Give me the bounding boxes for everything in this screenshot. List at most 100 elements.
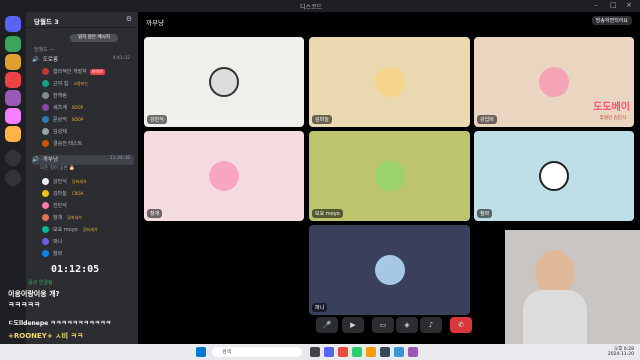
- chrome-icon[interactable]: [338, 347, 348, 357]
- app-icon[interactable]: [408, 347, 418, 357]
- avatar: [42, 116, 49, 123]
- member-item[interactable]: 모요 moyo 강좌세가: [42, 226, 132, 236]
- avatar: [42, 68, 49, 75]
- speaker-icon: 🔊: [32, 57, 39, 63]
- chat-line: ㄷ도lldenepe ㅋㅋㅋㅋㅋㅋㅋㅋㅋㅋㅋ: [8, 320, 112, 327]
- minimize-icon[interactable]: –: [594, 1, 598, 9]
- participant-tile[interactable]: 김마늘: [309, 37, 470, 127]
- member-item[interactable]: 근야 집 고용보는: [42, 80, 132, 90]
- participant-tile[interactable]: 모요 moyo: [309, 131, 470, 221]
- channel-status: 모든 것이 공손 🎂: [40, 166, 75, 171]
- member-name: 김마늘: [53, 191, 67, 197]
- add-server-icon[interactable]: [5, 150, 21, 166]
- avatar: [539, 67, 569, 97]
- member-item[interactable]: 세츠계 SOOP: [42, 104, 132, 114]
- participant-name: 모요 moyo: [312, 209, 343, 218]
- soundboard-icon[interactable]: ♪: [420, 317, 442, 333]
- member-item[interactable]: 합리적인 개발자 라이브: [42, 68, 132, 78]
- activity-badge: 강좌세가: [82, 226, 98, 232]
- server-icon[interactable]: [5, 126, 21, 142]
- avatar: [42, 250, 49, 257]
- top-right-button[interactable]: 방송하면되어요: [591, 16, 632, 25]
- title-bar: 디스코드 – □ ×: [0, 0, 640, 12]
- streamer-body: [523, 290, 587, 344]
- disconnect-icon[interactable]: ✆: [450, 317, 472, 333]
- channel-timer: 11:34:38: [109, 156, 130, 161]
- taskbar-search[interactable]: 검색: [212, 347, 302, 357]
- avatar: [42, 178, 49, 185]
- participant-tile[interactable]: 참와: [474, 131, 634, 221]
- microphone-icon[interactable]: 🎤: [316, 317, 338, 333]
- member-name: 문상익: [53, 117, 67, 123]
- participant-name: 참와: [477, 209, 493, 218]
- screen-share-icon[interactable]: ▭: [372, 317, 394, 333]
- participant-tile[interactable]: 강입비 도도베이 후원인 김민식: [474, 37, 634, 127]
- stream-timer: 01:12:05: [51, 264, 100, 275]
- participant-tile[interactable]: 파니: [309, 225, 470, 315]
- live-badge: 라이브: [89, 68, 105, 75]
- explore-icon[interactable]: [5, 170, 21, 186]
- activity-badge: CROA: [71, 191, 84, 196]
- member-item[interactable]: 강민식 강좌세가: [42, 178, 132, 188]
- unread-banner[interactable]: 읽지 않은 메시지: [70, 34, 118, 42]
- steam-icon[interactable]: [380, 347, 390, 357]
- webcam-overlay: [505, 230, 640, 344]
- member-item[interactable]: 전캐림: [42, 92, 132, 102]
- app-icon[interactable]: [394, 347, 404, 357]
- server-icon[interactable]: [5, 54, 21, 70]
- voice-channel-kkabunyang[interactable]: 🔊 까부냥 11:34:38: [32, 155, 134, 165]
- avatar: [209, 161, 239, 191]
- close-icon[interactable]: ×: [626, 1, 632, 9]
- explorer-icon[interactable]: [366, 347, 376, 357]
- member-name: 창개: [53, 215, 63, 221]
- voice-channel-dororong[interactable]: 🔊 도로롱 4:41:32: [32, 55, 134, 65]
- home-icon[interactable]: [5, 16, 21, 32]
- avatar: [42, 238, 49, 245]
- member-name: 강민식: [53, 179, 67, 185]
- member-item[interactable]: 김성재: [42, 128, 132, 138]
- camera-icon[interactable]: ▶: [342, 317, 364, 333]
- member-item[interactable]: 창개 강좌세가: [42, 214, 132, 224]
- participant-name: 김마늘: [312, 115, 332, 124]
- stage-channel-name: 까부냥: [146, 19, 164, 27]
- add-member-icon[interactable]: ⚙: [126, 15, 132, 23]
- activity-badge: SOOP: [71, 117, 84, 122]
- participant-name: 창개: [147, 209, 163, 218]
- activity-icon[interactable]: ◈: [396, 317, 418, 333]
- participant-tile[interactable]: 창개: [144, 131, 304, 221]
- category-label[interactable]: 당월드 —: [34, 46, 54, 53]
- server-icon[interactable]: [5, 90, 21, 106]
- channel-label: 까부냥: [42, 157, 59, 163]
- member-name: 파니: [53, 239, 63, 245]
- task-view-icon[interactable]: [310, 347, 320, 357]
- chat-line: 이응이랑이응 개?: [8, 290, 60, 298]
- member-name: 모요 moyo: [53, 227, 78, 233]
- server-icon[interactable]: [5, 108, 21, 124]
- avatar: [42, 226, 49, 233]
- avatar: [42, 104, 49, 111]
- server-header[interactable]: 당월드 3 ⚙: [26, 12, 138, 28]
- maximize-icon[interactable]: □: [610, 1, 617, 9]
- activity-badge: 강좌세가: [71, 178, 87, 184]
- brand-sub: 후원인 김민식: [599, 116, 626, 121]
- member-item[interactable]: 결승전 테스트: [42, 140, 132, 150]
- participant-tile[interactable]: 강민식: [144, 37, 304, 127]
- start-icon[interactable]: [196, 347, 206, 357]
- avatar: [42, 92, 49, 99]
- app-icon[interactable]: [352, 347, 362, 357]
- member-name: 전민석: [53, 203, 67, 209]
- system-clock[interactable]: 오후 6:28 2024-11-20: [608, 346, 634, 357]
- member-item[interactable]: 문상익 SOOP: [42, 116, 132, 126]
- avatar: [374, 255, 405, 285]
- member-item[interactable]: 김마늘 CROA: [42, 190, 132, 200]
- server-icon[interactable]: [5, 36, 21, 52]
- call-controls: 🎤 ▶ ▭ ◈ ♪ ✆: [316, 317, 472, 335]
- member-item[interactable]: 전민석: [42, 202, 132, 212]
- avatar: [42, 214, 49, 221]
- taskbar: 검색 오후 6:28 2024-11-20: [0, 344, 640, 360]
- avatar: [209, 67, 239, 97]
- chat-line: +ROONEY+ ㅅ비 ㅋㅋ: [8, 332, 84, 340]
- member-item[interactable]: 파니: [42, 238, 132, 248]
- server-icon[interactable]: [5, 72, 21, 88]
- discord-taskbar-icon[interactable]: [324, 347, 334, 357]
